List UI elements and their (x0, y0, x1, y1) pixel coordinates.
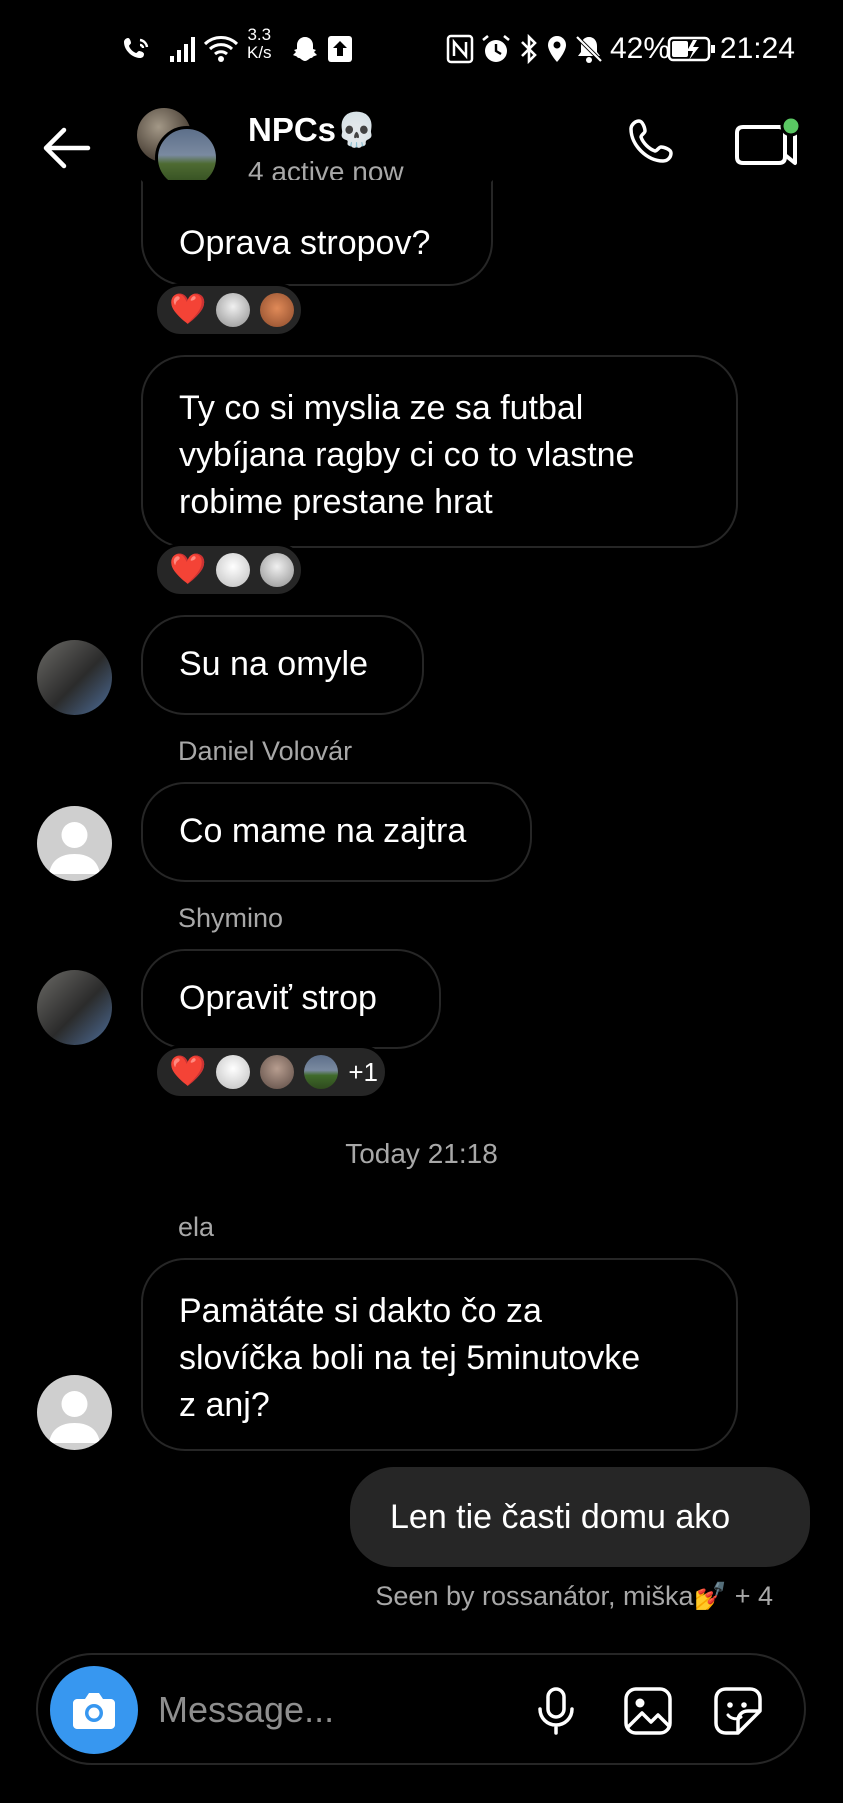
status-bar: 3.3 K/s 42% 21:24 (0, 0, 843, 96)
sender-avatar[interactable] (37, 640, 112, 715)
reactor-avatar (304, 1055, 339, 1089)
sender-name: ela (178, 1212, 215, 1242)
reactor-avatar (260, 293, 295, 327)
default-avatar-icon[interactable] (37, 1375, 112, 1450)
heart-reaction-icon: ❤️ (169, 1055, 207, 1088)
net-speed: 3.3 K/s (247, 25, 272, 62)
heart-reaction-icon: ❤️ (169, 293, 207, 326)
gallery-image-icon[interactable] (620, 1683, 676, 1739)
message-bubble[interactable]: Su na omyle (141, 615, 424, 715)
timestamp-divider: Today 21:18 (345, 1138, 498, 1169)
reactor-avatar (216, 553, 251, 587)
sender-name: Shymino (178, 903, 284, 933)
sender-name: Daniel Volovár (178, 736, 353, 766)
reactor-avatar (260, 553, 295, 587)
battery-icon (667, 36, 715, 62)
clock: 21:24 (719, 32, 795, 65)
reactor-avatar (216, 293, 251, 327)
upload-icon (328, 36, 352, 62)
phone-call-icon[interactable] (625, 115, 685, 175)
message-composer (36, 1653, 806, 1765)
signal-icon (170, 37, 195, 62)
reactor-avatar (260, 1055, 295, 1089)
reactions-bar[interactable]: ❤️ +1 (154, 1045, 388, 1099)
reactions-bar[interactable]: ❤️ (154, 283, 304, 337)
camera-button[interactable] (50, 1666, 138, 1754)
reactor-avatar (216, 1055, 251, 1089)
microphone-icon[interactable] (528, 1683, 584, 1739)
battery-percent: 42% (610, 32, 671, 65)
message-bubble[interactable]: Oprava stropov? (141, 180, 493, 286)
sender-avatar[interactable] (37, 970, 112, 1045)
group-avatar[interactable] (137, 108, 219, 190)
reactions-bar[interactable]: ❤️ (154, 543, 304, 597)
wifi-icon (203, 36, 239, 62)
nfc-icon (446, 34, 474, 64)
video-call-icon[interactable] (735, 115, 805, 175)
mute-icon (575, 35, 603, 63)
wifi-call-icon (124, 38, 149, 58)
message-bubble[interactable]: Opraviť strop (141, 949, 441, 1049)
location-icon (548, 36, 566, 62)
back-arrow-icon[interactable] (36, 118, 96, 178)
camera-icon (73, 1693, 115, 1729)
reactions-more-count: +1 (348, 1056, 379, 1087)
message-bubble[interactable]: Ty co si myslia ze sa futbal vybíjana ra… (141, 355, 738, 548)
active-dot-icon (780, 115, 802, 137)
bluetooth-icon (521, 34, 537, 64)
nail-polish-emoji: 💅 (693, 1581, 728, 1612)
default-avatar-icon[interactable] (37, 806, 112, 881)
message-bubble[interactable]: Co mame na zajtra (141, 782, 532, 882)
sticker-icon[interactable] (710, 1683, 766, 1739)
my-message-bubble[interactable]: Len tie časti domu ako (350, 1467, 810, 1567)
message-input[interactable] (156, 1681, 460, 1739)
message-bubble[interactable]: Pamätáte si dakto čo za slovíčka boli na… (141, 1258, 738, 1451)
heart-reaction-icon: ❤️ (169, 553, 207, 586)
skull-emoji: 💀 (336, 110, 378, 149)
alarm-icon (482, 34, 510, 62)
seen-by-indicator[interactable]: Seen by rossanátor, miška💅 + 4 (375, 1580, 773, 1612)
chat-title[interactable]: NPCs💀 (248, 110, 377, 150)
snapchat-icon (293, 37, 317, 61)
